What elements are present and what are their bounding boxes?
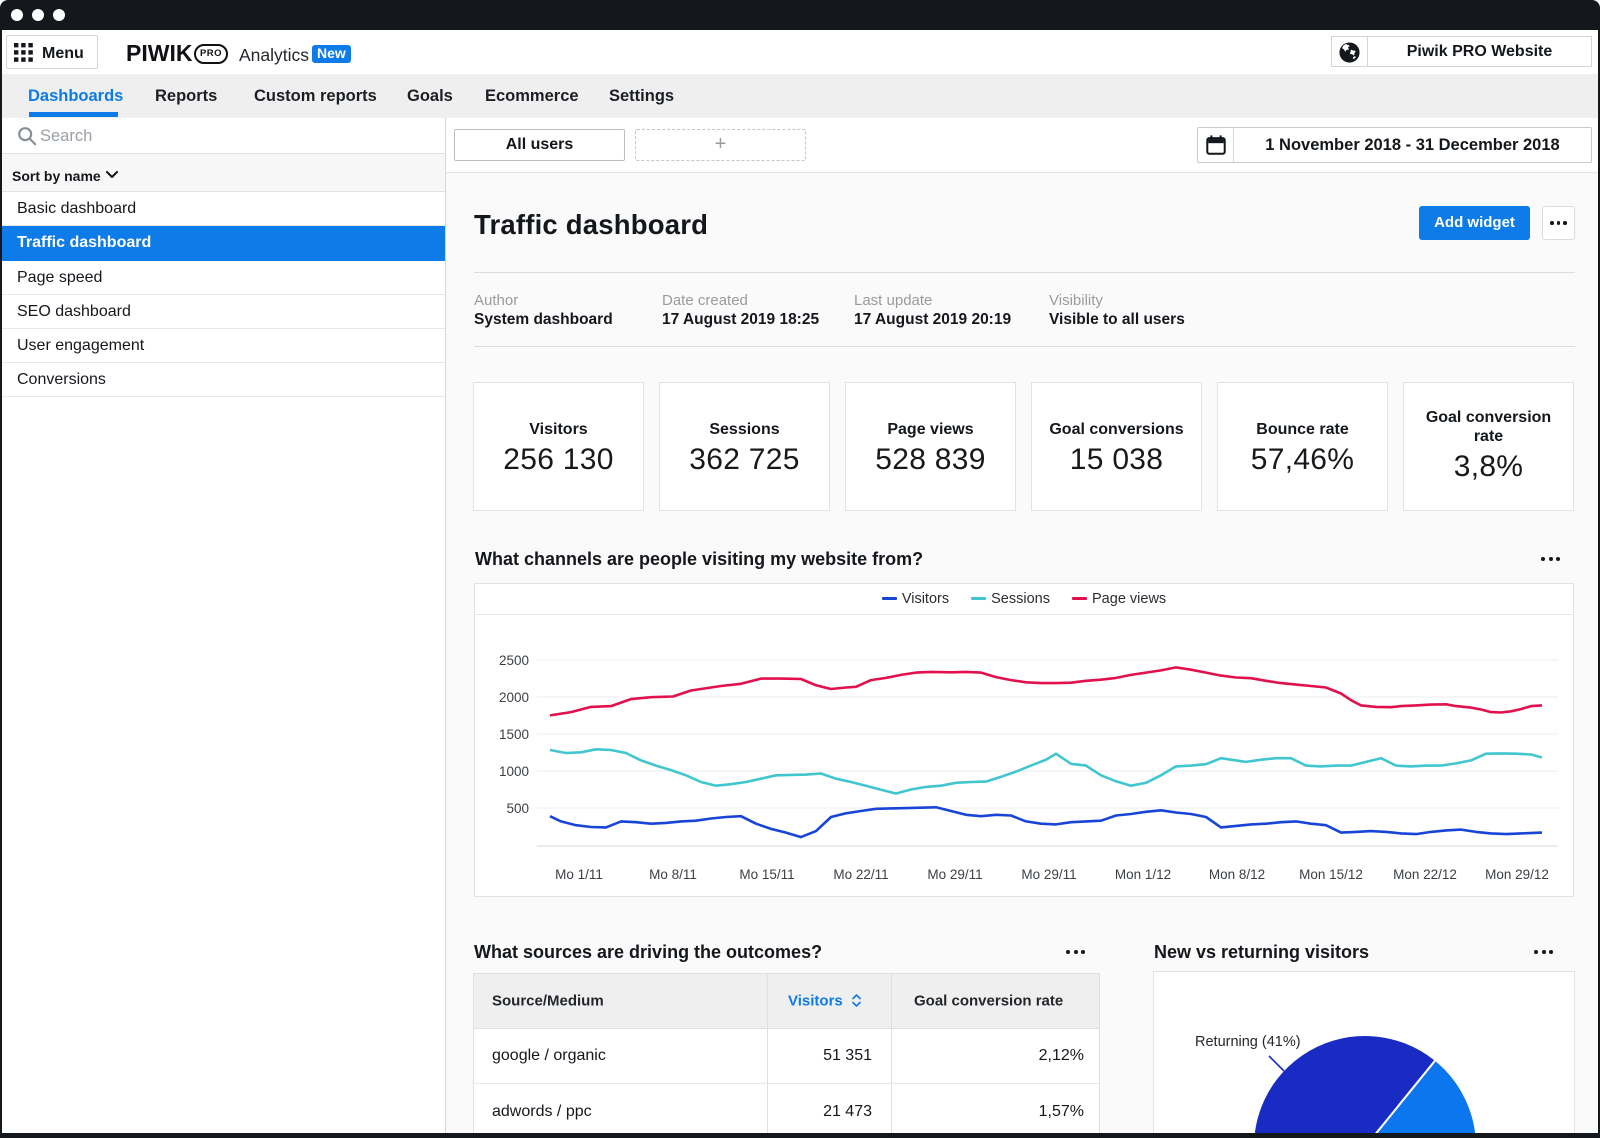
svg-text:1000: 1000 xyxy=(499,764,529,779)
svg-text:Mo 1/11: Mo 1/11 xyxy=(555,867,603,882)
svg-text:2000: 2000 xyxy=(499,690,529,705)
svg-text:Mon 29/12: Mon 29/12 xyxy=(1485,867,1549,882)
svg-text:Returning (41%): Returning (41%) xyxy=(1195,1034,1301,1050)
svg-text:Mo 22/11: Mo 22/11 xyxy=(833,867,888,882)
svg-text:1500: 1500 xyxy=(499,727,529,742)
svg-text:Mon 8/12: Mon 8/12 xyxy=(1209,867,1265,882)
svg-text:500: 500 xyxy=(506,801,529,816)
svg-text:Mo 15/11: Mo 15/11 xyxy=(739,867,794,882)
svg-text:Mon 1/12: Mon 1/12 xyxy=(1115,867,1171,882)
svg-text:Mo 29/11: Mo 29/11 xyxy=(927,867,982,882)
svg-text:Mon 15/12: Mon 15/12 xyxy=(1299,867,1363,882)
svg-text:Mo 8/11: Mo 8/11 xyxy=(649,867,697,882)
svg-text:Mon 22/12: Mon 22/12 xyxy=(1393,867,1457,882)
svg-text:Mo 29/11: Mo 29/11 xyxy=(1021,867,1076,882)
svg-text:2500: 2500 xyxy=(499,653,529,668)
